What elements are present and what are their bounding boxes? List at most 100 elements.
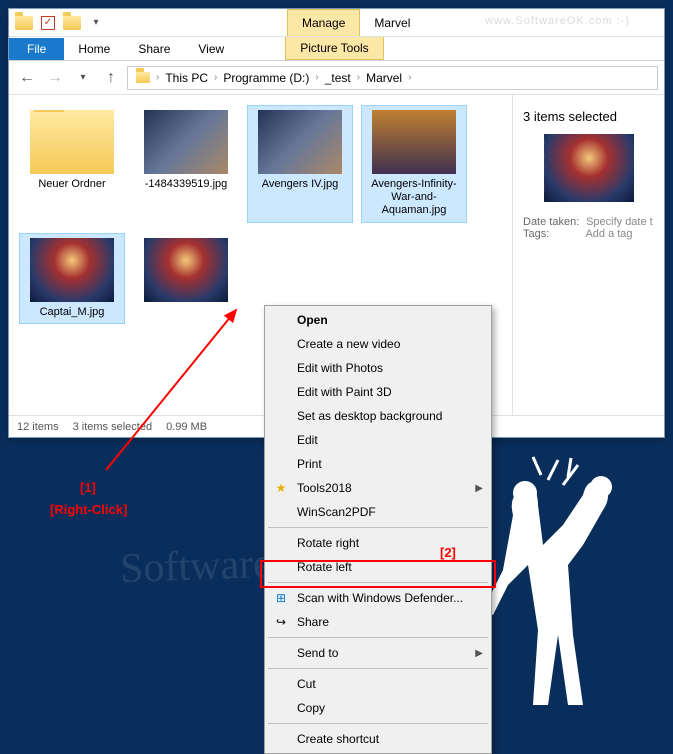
- annotation-arrow: [96, 300, 256, 480]
- menu-item-label: Edit: [297, 433, 318, 447]
- view-tab[interactable]: View: [184, 38, 238, 60]
- menu-separator: [268, 723, 488, 724]
- thumbnail: [144, 110, 228, 174]
- forward-button[interactable]: →: [43, 66, 67, 90]
- menu-item-label: Print: [297, 457, 322, 471]
- menu-separator: [268, 527, 488, 528]
- menu-item-label: Cut: [297, 677, 316, 691]
- menu-item-label: WinScan2PDF: [297, 505, 376, 519]
- thumbnail: [372, 110, 456, 174]
- chevron-right-icon[interactable]: ›: [315, 72, 318, 83]
- menu-item-create-a-new-video[interactable]: Create a new video: [267, 332, 489, 356]
- crumb-drive[interactable]: Programme (D:): [219, 71, 313, 85]
- file-label: Captai_M.jpg: [40, 306, 105, 319]
- menu-item-label: Copy: [297, 701, 325, 715]
- file-item[interactable]: -1484339519.jpg: [133, 105, 239, 223]
- menu-separator: [268, 668, 488, 669]
- up-button[interactable]: ↑: [99, 66, 123, 90]
- menu-item-edit-with-paint-3d[interactable]: Edit with Paint 3D: [267, 380, 489, 404]
- tags-label: Tags:: [523, 228, 583, 240]
- details-selection-count: 3 items selected: [523, 109, 654, 124]
- details-metadata: Date taken: Specify date t Tags: Add a t…: [523, 216, 654, 240]
- titlebar: ✓ ▾ Manage Marvel www.SoftwareOK.com :-): [9, 9, 664, 37]
- window-title: Marvel: [374, 16, 410, 30]
- manage-tab-header: Manage: [287, 9, 360, 36]
- annotation-1-text: [Right-Click]: [50, 502, 127, 517]
- menu-item-label: Tools2018: [297, 481, 352, 495]
- annotation-2: [2]: [440, 545, 456, 560]
- tags-value[interactable]: Add a tag: [585, 228, 632, 240]
- file-label: Avengers-Infinity-War-and-Aquaman.jpg: [366, 178, 462, 218]
- menu-item-set-as-desktop-background[interactable]: Set as desktop background: [267, 404, 489, 428]
- quick-access-toolbar: ✓ ▾: [13, 12, 107, 34]
- chevron-right-icon[interactable]: ›: [214, 72, 217, 83]
- submenu-arrow-icon: ▶: [475, 483, 483, 494]
- menu-item-label: Share: [297, 615, 329, 629]
- menu-item-label: Create shortcut: [297, 732, 379, 746]
- menu-item-edit-with-photos[interactable]: Edit with Photos: [267, 356, 489, 380]
- file-label: -1484339519.jpg: [145, 178, 228, 191]
- recent-dropdown-icon[interactable]: ▾: [71, 66, 95, 90]
- menu-item-cut[interactable]: Cut: [267, 672, 489, 696]
- share-tab[interactable]: Share: [124, 38, 184, 60]
- crumb-test[interactable]: _test: [321, 71, 355, 85]
- contextual-tab-group: Manage: [287, 14, 360, 32]
- menu-separator: [268, 637, 488, 638]
- properties-checkbox-icon[interactable]: ✓: [37, 12, 59, 34]
- menu-item-label: Edit with Paint 3D: [297, 385, 392, 399]
- folder-icon[interactable]: [13, 12, 35, 34]
- menu-item-print[interactable]: Print: [267, 452, 489, 476]
- context-menu: Open Create a new video Edit with Photos Ed…: [264, 305, 492, 754]
- chevron-right-icon[interactable]: ›: [156, 72, 159, 83]
- folder-item[interactable]: Neuer Ordner: [19, 105, 125, 223]
- thumbnail: [258, 110, 342, 174]
- new-folder-icon[interactable]: [61, 12, 83, 34]
- status-item-count: 12 items: [17, 421, 59, 433]
- home-tab[interactable]: Home: [64, 38, 124, 60]
- thumbnail: [30, 238, 114, 302]
- menu-item-label: Open: [297, 313, 328, 327]
- menu-item-label: Send to: [297, 646, 338, 660]
- thumbnail: [30, 110, 114, 174]
- submenu-arrow-icon: ▶: [475, 648, 483, 659]
- menu-item-send-to[interactable]: Send to ▶: [267, 641, 489, 665]
- crumb-marvel[interactable]: Marvel: [362, 71, 406, 85]
- menu-item-edit[interactable]: Edit: [267, 428, 489, 452]
- annotation-1: [1]: [80, 480, 96, 495]
- menu-separator: [268, 582, 488, 583]
- menu-item-scan-with-windows-defender-[interactable]: ⊞ Scan with Windows Defender...: [267, 586, 489, 610]
- menu-item-label: Scan with Windows Defender...: [297, 591, 463, 605]
- menu-item-share[interactable]: ↪ Share: [267, 610, 489, 634]
- menu-item-label: Edit with Photos: [297, 361, 383, 375]
- file-item[interactable]: Avengers-Infinity-War-and-Aquaman.jpg: [361, 105, 467, 223]
- address-bar[interactable]: › This PC › Programme (D:) › _test › Mar…: [127, 66, 658, 90]
- ribbon-tabs: File Home Share View Picture Tools: [9, 37, 664, 61]
- chevron-right-icon[interactable]: ›: [408, 72, 411, 83]
- file-label: Neuer Ordner: [38, 178, 105, 191]
- picture-tools-tab[interactable]: Picture Tools: [285, 37, 383, 60]
- details-thumbnail: [544, 134, 634, 202]
- date-taken-value[interactable]: Specify date t: [586, 216, 653, 228]
- back-button[interactable]: ←: [15, 66, 39, 90]
- watermark-text: www.SoftwareOK.com :-): [485, 15, 630, 27]
- menu-item-icon: ★: [273, 480, 289, 496]
- menu-item-tools2018[interactable]: ★ Tools2018 ▶: [267, 476, 489, 500]
- menu-item-icon: ↪: [273, 614, 289, 630]
- address-bar-row: ← → ▾ ↑ › This PC › Programme (D:) › _te…: [9, 61, 664, 95]
- thumbnail: [144, 238, 228, 302]
- chevron-right-icon[interactable]: ›: [357, 72, 360, 83]
- date-taken-label: Date taken:: [523, 216, 583, 228]
- qat-dropdown-icon[interactable]: ▾: [85, 12, 107, 34]
- menu-item-winscan2pdf[interactable]: WinScan2PDF: [267, 500, 489, 524]
- file-tab[interactable]: File: [9, 38, 64, 60]
- menu-item-label: Rotate left: [297, 560, 352, 574]
- file-item[interactable]: Avengers IV.jpg: [247, 105, 353, 223]
- menu-item-copy[interactable]: Copy: [267, 696, 489, 720]
- crumb-this-pc[interactable]: This PC: [161, 71, 212, 85]
- menu-item-label: Create a new video: [297, 337, 400, 351]
- menu-item-label: Set as desktop background: [297, 409, 442, 423]
- menu-item-create-shortcut[interactable]: Create shortcut: [267, 727, 489, 751]
- menu-item-open[interactable]: Open: [267, 308, 489, 332]
- menu-item-label: Rotate right: [297, 536, 359, 550]
- menu-item-icon: ⊞: [273, 590, 289, 606]
